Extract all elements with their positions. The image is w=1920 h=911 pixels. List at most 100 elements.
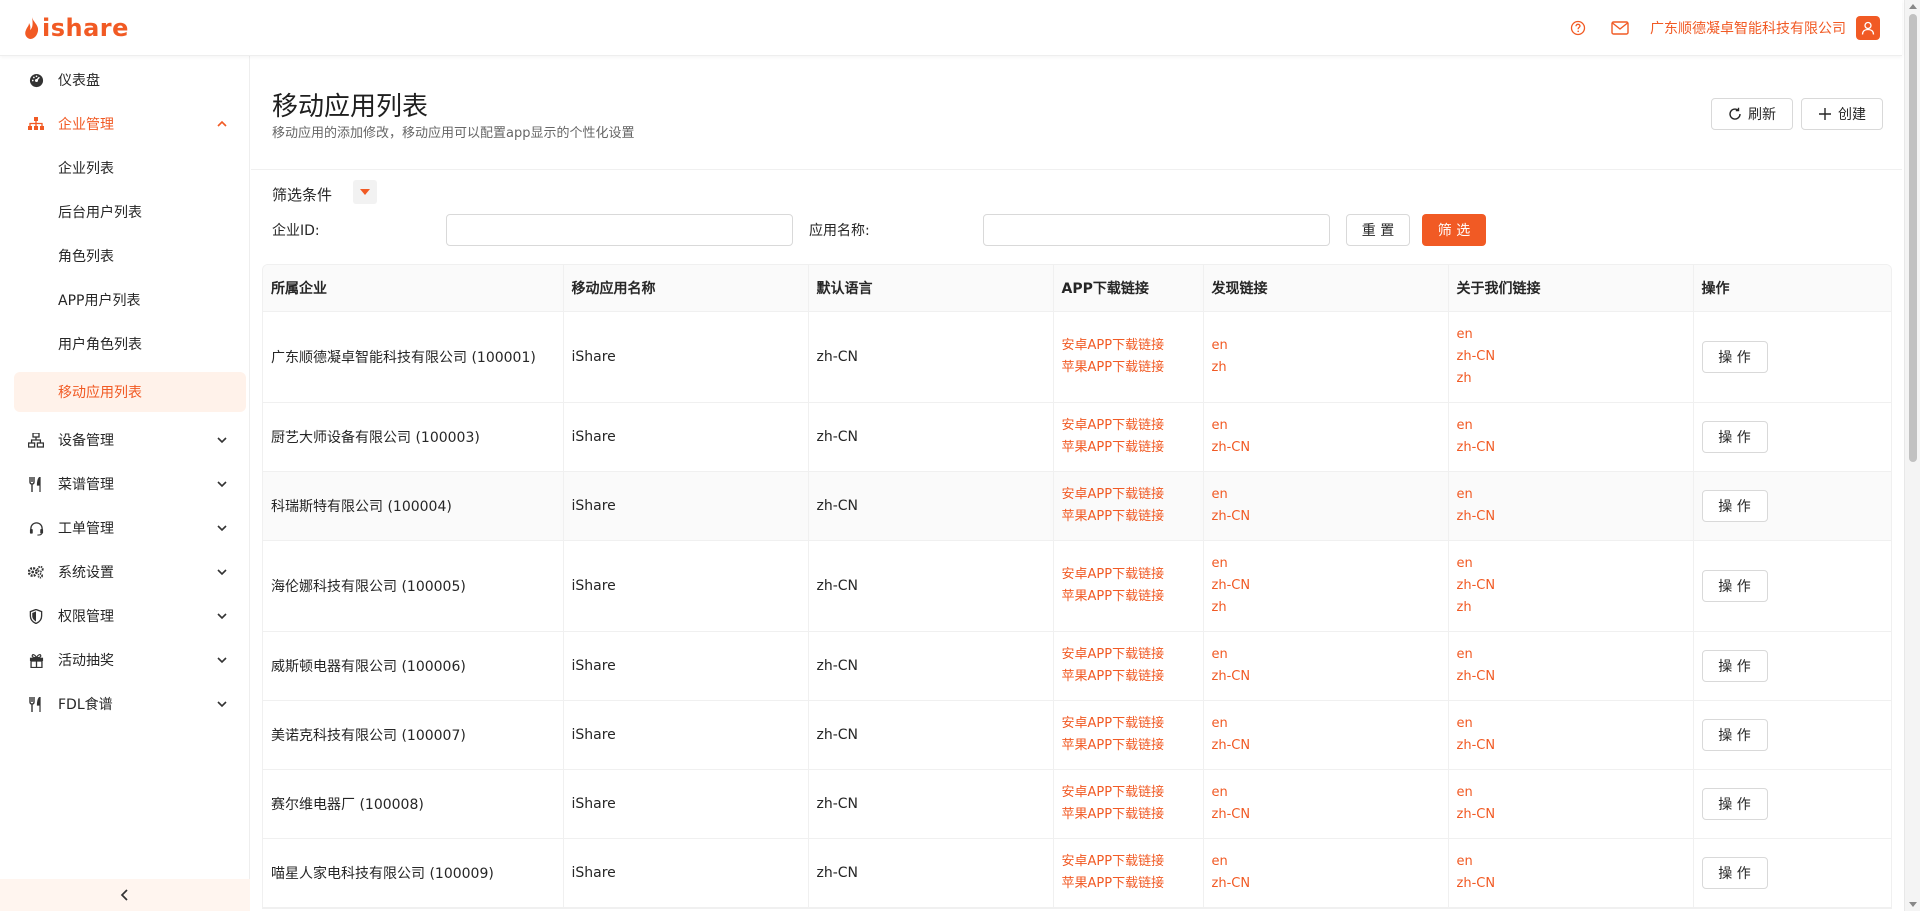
about-link[interactable]: en <box>1457 415 1693 437</box>
discover-link[interactable]: zh-CN <box>1212 666 1448 688</box>
create-button[interactable]: 创建 <box>1801 98 1883 130</box>
ios-download-link[interactable]: 苹果APP下载链接 <box>1062 804 1203 826</box>
discover-link[interactable]: zh-CN <box>1212 873 1448 895</box>
page-scrollbar[interactable] <box>1904 0 1920 911</box>
about-link[interactable]: en <box>1457 553 1693 575</box>
about-link[interactable]: zh <box>1457 597 1693 619</box>
row-action-button[interactable]: 操 作 <box>1701 649 1768 682</box>
sidebar-item-admin-users[interactable]: 后台用户列表 <box>14 192 246 232</box>
discover-link[interactable]: zh-CN <box>1212 575 1448 597</box>
sidebar-item-user-roles[interactable]: 用户角色列表 <box>14 324 246 364</box>
menu-group-settings[interactable]: 系统设置 <box>0 552 250 592</box>
discover-link[interactable]: en <box>1212 415 1448 437</box>
sidebar-item-roles[interactable]: 角色列表 <box>14 236 246 276</box>
ios-download-link[interactable]: 苹果APP下载链接 <box>1062 735 1203 757</box>
about-link[interactable]: zh-CN <box>1457 346 1693 368</box>
question-circle-icon[interactable] <box>1566 16 1590 40</box>
about-link[interactable]: zh-CN <box>1457 873 1693 895</box>
user-avatar[interactable] <box>1856 15 1880 40</box>
column-header[interactable]: 关于我们链接 <box>1448 265 1694 312</box>
about-link[interactable]: en <box>1457 713 1693 735</box>
refresh-button[interactable]: 刷新 <box>1711 98 1793 130</box>
column-header[interactable]: 移动应用名称 <box>563 265 809 312</box>
about-link[interactable]: zh-CN <box>1457 575 1693 597</box>
about-link[interactable]: zh-CN <box>1457 506 1693 528</box>
about-link[interactable]: en <box>1457 484 1693 506</box>
menu-group-recipes[interactable]: 菜谱管理 <box>0 464 250 504</box>
filter-submit-button[interactable]: 筛 选 <box>1422 214 1486 246</box>
menu-group-devices[interactable]: 设备管理 <box>0 420 250 460</box>
column-header[interactable]: 发现链接 <box>1203 265 1449 312</box>
ios-download-link[interactable]: 苹果APP下载链接 <box>1062 437 1203 459</box>
about-link[interactable]: zh <box>1457 368 1693 390</box>
row-action-button[interactable]: 操 作 <box>1701 787 1768 820</box>
android-download-link[interactable]: 安卓APP下载链接 <box>1062 415 1203 437</box>
ios-download-link[interactable]: 苹果APP下载链接 <box>1062 586 1203 608</box>
scroll-up-arrow-icon[interactable] <box>1909 3 1917 11</box>
discover-link[interactable]: en <box>1212 484 1448 506</box>
network-icon <box>28 432 44 448</box>
sidebar-collapse-button[interactable] <box>0 879 250 911</box>
row-action-button[interactable]: 操 作 <box>1701 489 1768 522</box>
android-download-link[interactable]: 安卓APP下载链接 <box>1062 644 1203 666</box>
row-action-button[interactable]: 操 作 <box>1701 569 1768 602</box>
sidebar-item-enterprise-list[interactable]: 企业列表 <box>14 148 246 188</box>
discover-link[interactable]: en <box>1212 713 1448 735</box>
about-link[interactable]: zh-CN <box>1457 666 1693 688</box>
discover-link[interactable]: en <box>1212 782 1448 804</box>
discover-link[interactable]: en <box>1212 644 1448 666</box>
menu-group-tickets[interactable]: 工单管理 <box>0 508 250 548</box>
android-download-link[interactable]: 安卓APP下载链接 <box>1062 851 1203 873</box>
discover-link[interactable]: zh-CN <box>1212 735 1448 757</box>
menu-group-lottery[interactable]: 活动抽奖 <box>0 640 250 680</box>
discover-link[interactable]: en <box>1212 553 1448 575</box>
android-download-link[interactable]: 安卓APP下载链接 <box>1062 713 1203 735</box>
mail-icon[interactable] <box>1608 16 1632 40</box>
android-download-link[interactable]: 安卓APP下载链接 <box>1062 564 1203 586</box>
about-link[interactable]: en <box>1457 782 1693 804</box>
enterprise-id-input[interactable] <box>446 214 793 246</box>
about-link[interactable]: en <box>1457 324 1693 346</box>
column-header[interactable]: 默认语言 <box>808 265 1054 312</box>
android-download-link[interactable]: 安卓APP下载链接 <box>1062 335 1203 357</box>
scrollbar-thumb[interactable] <box>1909 14 1917 462</box>
discover-link[interactable]: zh-CN <box>1212 804 1448 826</box>
ios-download-link[interactable]: 苹果APP下载链接 <box>1062 357 1203 379</box>
column-header[interactable]: 操作 <box>1693 265 1891 312</box>
reset-button[interactable]: 重 置 <box>1346 214 1410 246</box>
sidebar-item-mobile-apps[interactable]: 移动应用列表 <box>14 372 246 412</box>
row-action-button[interactable]: 操 作 <box>1701 420 1768 453</box>
about-link[interactable]: zh-CN <box>1457 735 1693 757</box>
sidebar-item-app-users[interactable]: APP用户列表 <box>14 280 246 320</box>
about-link[interactable]: zh-CN <box>1457 804 1693 826</box>
menu-group-permissions[interactable]: 权限管理 <box>0 596 250 636</box>
discover-link[interactable]: zh-CN <box>1212 506 1448 528</box>
ios-download-link[interactable]: 苹果APP下载链接 <box>1062 506 1203 528</box>
column-header[interactable]: APP下载链接 <box>1053 265 1204 312</box>
row-action-button[interactable]: 操 作 <box>1701 340 1768 373</box>
android-download-link[interactable]: 安卓APP下载链接 <box>1062 782 1203 804</box>
discover-link[interactable]: zh-CN <box>1212 437 1448 459</box>
logo[interactable]: ishare <box>24 14 129 42</box>
ios-download-link[interactable]: 苹果APP下载链接 <box>1062 666 1203 688</box>
ios-download-link[interactable]: 苹果APP下载链接 <box>1062 873 1203 895</box>
about-link[interactable]: en <box>1457 851 1693 873</box>
discover-link[interactable]: en <box>1212 335 1448 357</box>
menu-label: 权限管理 <box>58 609 114 625</box>
menu-group-enterprise[interactable]: 企业管理 <box>0 104 250 144</box>
filter-toggle-button[interactable] <box>353 180 377 204</box>
android-download-link[interactable]: 安卓APP下载链接 <box>1062 484 1203 506</box>
scroll-down-arrow-icon[interactable] <box>1909 900 1917 908</box>
column-header[interactable]: 所属企业 <box>263 265 564 312</box>
discover-link[interactable]: en <box>1212 851 1448 873</box>
menu-item-dashboard[interactable]: 仪表盘 <box>0 60 250 100</box>
discover-link[interactable]: zh <box>1212 597 1448 619</box>
menu-group-fdl-recipes[interactable]: FDL食谱 <box>0 684 250 724</box>
row-action-button[interactable]: 操 作 <box>1701 856 1768 889</box>
row-action-button[interactable]: 操 作 <box>1701 718 1768 751</box>
current-company-name[interactable]: 广东顺德凝卓智能科技有限公司 <box>1650 18 1846 38</box>
discover-link[interactable]: zh <box>1212 357 1448 379</box>
about-link[interactable]: zh-CN <box>1457 437 1693 459</box>
about-link[interactable]: en <box>1457 644 1693 666</box>
app-name-input[interactable] <box>983 214 1330 246</box>
